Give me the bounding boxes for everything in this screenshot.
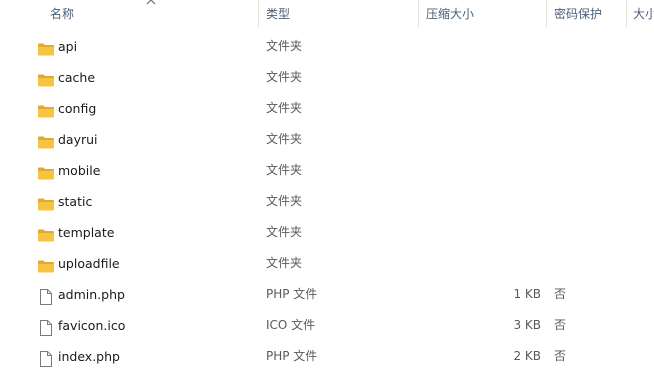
file-row-icon-cell	[37, 155, 55, 186]
file-type: 文件夹	[266, 225, 303, 239]
file-name: admin.php	[58, 287, 125, 302]
file-password-protected: 否	[554, 349, 567, 363]
file-password-protected	[554, 186, 614, 217]
file-type: 文件夹	[266, 194, 303, 208]
file-row-icon-cell	[37, 279, 55, 310]
folder-icon	[37, 255, 55, 273]
file-compressed-size: 3 KB	[513, 318, 541, 332]
file-compressed-size	[420, 62, 541, 93]
file-compressed-size	[420, 248, 541, 279]
file-compressed-size	[420, 31, 541, 62]
file-type: PHP 文件	[266, 287, 318, 301]
file-password-protected	[554, 62, 614, 93]
file-type: 文件夹	[266, 256, 303, 270]
folder-icon	[37, 224, 55, 242]
file-row-icon-cell	[37, 310, 55, 341]
file-compressed-size	[420, 155, 541, 186]
file-compressed-size: 1 KB	[513, 287, 541, 301]
file-name: template	[58, 225, 115, 240]
folder-icon	[37, 38, 55, 56]
file-password-protected	[554, 155, 614, 186]
file-compressed-size	[420, 217, 541, 248]
file-list: api 文件夹 cache 文件夹 config 文件夹 dayrui 文件夹 mobile 文件…	[0, 31, 654, 372]
file-password-protected	[554, 248, 614, 279]
folder-icon	[37, 162, 55, 180]
file-compressed-size	[420, 186, 541, 217]
file-row[interactable]: mobile 文件夹	[0, 155, 654, 186]
file-type: PHP 文件	[266, 349, 318, 363]
file-compressed-size	[420, 93, 541, 124]
column-divider[interactable]	[546, 0, 547, 28]
column-header-password-protected[interactable]: 密码保护	[554, 0, 624, 28]
column-header-bar: 名称 类型 压缩大小 密码保护 大小	[0, 0, 654, 28]
file-name: dayrui	[58, 132, 98, 147]
file-row[interactable]: index.php PHP 文件 2 KB 否	[0, 341, 654, 372]
file-row[interactable]: uploadfile 文件夹	[0, 248, 654, 279]
file-row-icon-cell	[37, 62, 55, 93]
file-name: api	[58, 39, 78, 54]
file-name: mobile	[58, 163, 101, 178]
file-compressed-size: 2 KB	[513, 349, 541, 363]
file-name: static	[58, 194, 93, 209]
file-icon	[37, 317, 55, 336]
file-password-protected	[554, 124, 614, 155]
file-password-protected	[554, 217, 614, 248]
file-name: config	[58, 101, 97, 116]
file-compressed-size	[420, 124, 541, 155]
file-row[interactable]: favicon.ico ICO 文件 3 KB 否	[0, 310, 654, 341]
file-password-protected	[554, 31, 614, 62]
column-header-compressed-size[interactable]: 压缩大小	[426, 0, 546, 28]
file-name: uploadfile	[58, 256, 120, 271]
column-header-type[interactable]: 类型	[266, 0, 416, 28]
column-divider[interactable]	[626, 0, 627, 28]
file-row[interactable]: static 文件夹	[0, 186, 654, 217]
file-row-icon-cell	[37, 186, 55, 217]
sort-ascending-icon	[146, 0, 156, 5]
file-row[interactable]: cache 文件夹	[0, 62, 654, 93]
column-divider[interactable]	[258, 0, 259, 28]
file-row[interactable]: api 文件夹	[0, 31, 654, 62]
folder-icon	[37, 193, 55, 211]
file-type: 文件夹	[266, 70, 303, 84]
file-row-icon-cell	[37, 124, 55, 155]
file-row-icon-cell	[37, 341, 55, 372]
file-type: 文件夹	[266, 39, 303, 53]
file-row-icon-cell	[37, 31, 55, 62]
folder-icon	[37, 69, 55, 87]
file-type: 文件夹	[266, 132, 303, 146]
file-row-icon-cell	[37, 93, 55, 124]
file-type: ICO 文件	[266, 318, 316, 332]
file-password-protected	[554, 93, 614, 124]
file-name: cache	[58, 70, 96, 85]
file-icon	[37, 348, 55, 367]
column-header-size[interactable]: 大小	[633, 0, 654, 28]
folder-icon	[37, 100, 55, 118]
file-name: favicon.ico	[58, 318, 126, 333]
file-row-icon-cell	[37, 217, 55, 248]
file-row[interactable]: config 文件夹	[0, 93, 654, 124]
file-password-protected: 否	[554, 287, 567, 301]
file-type: 文件夹	[266, 163, 303, 177]
file-row-icon-cell	[37, 248, 55, 279]
file-row[interactable]: admin.php PHP 文件 1 KB 否	[0, 279, 654, 310]
file-row[interactable]: template 文件夹	[0, 217, 654, 248]
file-type: 文件夹	[266, 101, 303, 115]
file-password-protected: 否	[554, 318, 567, 332]
file-name: index.php	[58, 349, 120, 364]
folder-icon	[37, 131, 55, 149]
file-row[interactable]: dayrui 文件夹	[0, 124, 654, 155]
file-icon	[37, 286, 55, 305]
column-divider[interactable]	[418, 0, 419, 28]
